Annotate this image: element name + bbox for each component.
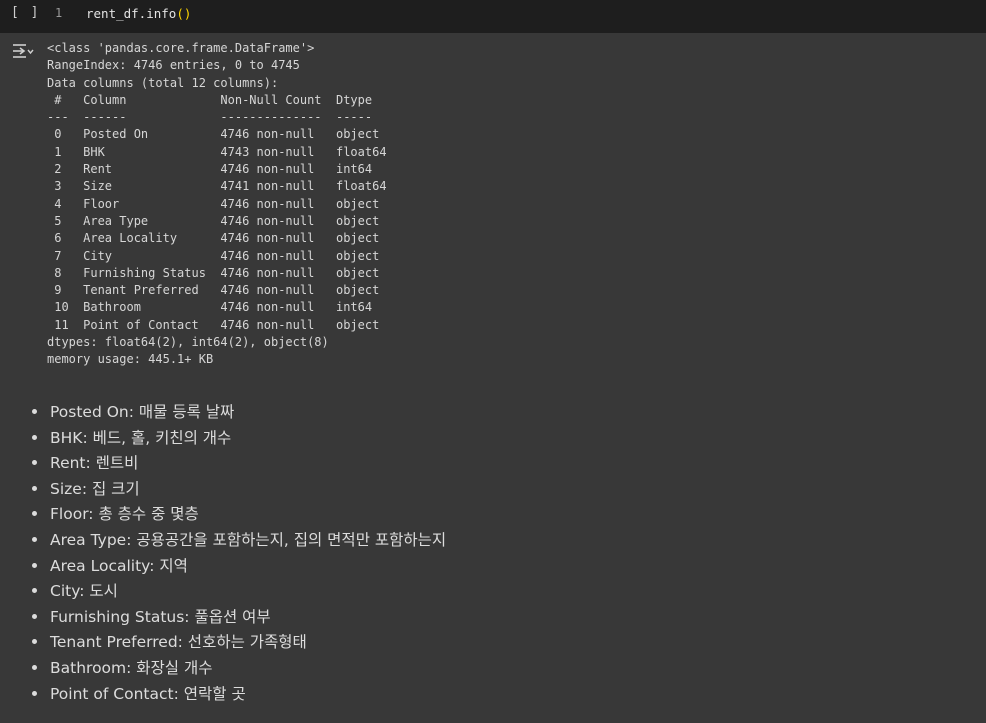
list-item: Furnishing Status: 풀옵션 여부 [28, 605, 446, 631]
list-item: Size: 집 크기 [28, 477, 446, 503]
column-description-list: Posted On: 매물 등록 날짜 BHK: 베드, 홀, 키친의 개수 Ren… [28, 400, 446, 707]
code-text: rent_df.info [86, 6, 177, 21]
output-actions-icon[interactable] [11, 42, 35, 62]
list-item: Point of Contact: 연락할 곳 [28, 682, 446, 708]
code-line[interactable]: rent_df.info() [86, 6, 191, 21]
output-line: 7 City 4746 non-null object [47, 248, 387, 263]
list-item: Area Locality: 지역 [28, 554, 446, 580]
list-item: City: 도시 [28, 579, 446, 605]
output-line: 8 Furnishing Status 4746 non-null object [47, 265, 387, 280]
list-item: Area Type: 공용공간을 포함하는지, 집의 면적만 포함하는지 [28, 528, 446, 554]
list-item: Bathroom: 화장실 개수 [28, 656, 446, 682]
output-line: 10 Bathroom 4746 non-null int64 [47, 300, 387, 315]
list-item: BHK: 베드, 홀, 키친의 개수 [28, 426, 446, 452]
code-parens: () [176, 6, 192, 21]
list-item: Tenant Preferred: 선호하는 가족형태 [28, 630, 446, 656]
output-line: RangeIndex: 4746 entries, 0 to 4745 [47, 58, 300, 73]
output-line: memory usage: 445.1+ KB [47, 352, 214, 367]
output-line: # Column Non-Null Count Dtype [47, 92, 387, 107]
list-item: Floor: 총 층수 중 몇층 [28, 502, 446, 528]
output-line: dtypes: float64(2), int64(2), object(8) [47, 335, 329, 350]
output-line: 5 Area Type 4746 non-null object [47, 213, 387, 228]
output-line: <class 'pandas.core.frame.DataFrame'> [47, 41, 315, 55]
output-line: 4 Floor 4746 non-null object [47, 196, 387, 211]
run-cell-button[interactable]: [ ] [11, 5, 40, 20]
output-line: 3 Size 4741 non-null float64 [47, 179, 387, 194]
line-number: 1 [55, 6, 63, 20]
output-line: --- ------ -------------- ----- [47, 110, 387, 125]
output-line: 6 Area Locality 4746 non-null object [47, 231, 387, 246]
output-line: Data columns (total 12 columns): [47, 75, 279, 90]
list-item: Rent: 렌트비 [28, 451, 446, 477]
info-output: <class 'pandas.core.frame.DataFrame'> Ra… [47, 40, 387, 369]
code-cell[interactable]: [ ] 1 rent_df.info() [0, 0, 986, 33]
output-line: 0 Posted On 4746 non-null object [47, 127, 387, 142]
output-line: 2 Rent 4746 non-null int64 [47, 162, 387, 177]
output-line: 9 Tenant Preferred 4746 non-null object [47, 283, 387, 298]
list-item: Posted On: 매물 등록 날짜 [28, 400, 446, 426]
output-line: 1 BHK 4743 non-null float64 [47, 144, 387, 159]
output-line: 11 Point of Contact 4746 non-null object [47, 317, 387, 332]
